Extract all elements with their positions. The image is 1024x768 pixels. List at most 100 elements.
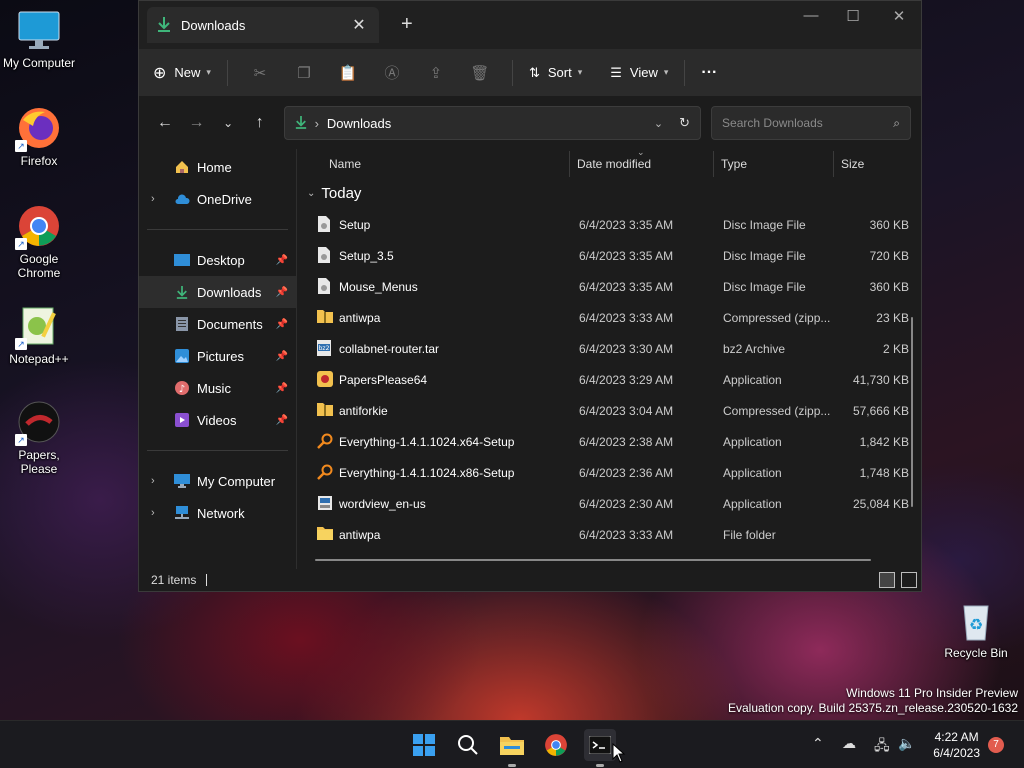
- table-row[interactable]: Setup_3.5 6/4/2023 3:35 AM Disc Image File…: [299, 240, 911, 271]
- expand-chevron-icon[interactable]: ›: [151, 507, 171, 519]
- refresh-icon[interactable]: ↻: [679, 115, 690, 131]
- table-row[interactable]: Mouse_Menus 6/4/2023 3:35 AM Disc Image Fi…: [299, 271, 911, 302]
- table-row[interactable]: Setup 6/4/2023 3:35 AM Disc Image File 360 …: [299, 209, 911, 240]
- view-button[interactable]: ☰ View ▾: [610, 65, 668, 81]
- cut-icon[interactable]: ✂: [238, 64, 282, 82]
- desktop-icon-chrome[interactable]: ↗ Google Chrome: [1, 204, 77, 280]
- file-date: 6/4/2023 3:35 AM: [579, 218, 674, 232]
- share-icon[interactable]: ⇪: [414, 64, 458, 82]
- nav-item-desktop[interactable]: Desktop 📌: [139, 244, 296, 276]
- table-row[interactable]: antiforkie 6/4/2023 3:04 AM Compressed (zi…: [299, 395, 911, 426]
- table-row[interactable]: antiwpa 6/4/2023 3:33 AM Compressed (zipp.…: [299, 302, 911, 333]
- search-input[interactable]: [722, 116, 894, 130]
- nav-divider: [147, 229, 288, 230]
- volume-icon[interactable]: 🔈: [898, 735, 915, 752]
- pin-icon: 📌: [275, 350, 288, 362]
- horizontal-scrollbar[interactable]: [315, 559, 871, 561]
- file-date: 6/4/2023 2:38 AM: [579, 435, 674, 449]
- nav-item-onedrive[interactable]: › OneDrive: [139, 183, 296, 215]
- search-box[interactable]: ⌕: [711, 106, 912, 140]
- table-row[interactable]: Everything-1.4.1.1024.x86-Setup 6/4/2023 …: [299, 457, 911, 488]
- paste-icon[interactable]: 📋: [326, 64, 370, 82]
- table-row[interactable]: wordview_en-us 6/4/2023 2:30 AM Applicatio…: [299, 488, 911, 519]
- new-button[interactable]: ⊕ New ▾: [153, 63, 211, 83]
- nav-label: Network: [197, 505, 245, 521]
- rename-icon[interactable]: Ⓐ: [370, 62, 414, 83]
- address-bar[interactable]: › Downloads ⌄ ↻: [283, 106, 702, 140]
- close-window-button[interactable]: ✕: [879, 7, 919, 25]
- file-date: 6/4/2023 3:35 AM: [579, 280, 674, 294]
- breadcrumb-downloads[interactable]: Downloads: [327, 116, 654, 131]
- clock-time: 4:22 AM: [934, 730, 979, 744]
- column-divider[interactable]: [569, 151, 570, 177]
- collapse-chevron-icon[interactable]: ⌄: [307, 188, 315, 199]
- back-button[interactable]: ←: [149, 114, 181, 132]
- table-row[interactable]: antiwpa 6/4/2023 3:33 AM File folder: [299, 519, 911, 550]
- file-size: 41,730 KB: [852, 373, 909, 387]
- desktop-icon-firefox[interactable]: ↗ Firefox: [1, 106, 77, 168]
- delete-icon[interactable]: 🗑: [458, 64, 502, 82]
- system-clock[interactable]: 4:22 AM 6/4/2023: [933, 729, 980, 761]
- nav-item-documents[interactable]: Documents 📌: [139, 308, 296, 340]
- download-arrow-icon: [171, 284, 193, 300]
- desktop-icon-recycle-bin[interactable]: ♻ Recycle Bin: [938, 598, 1014, 660]
- recent-locations-button[interactable]: ⌄: [212, 116, 244, 130]
- tiles-view-button[interactable]: [901, 572, 917, 588]
- file-name: wordview_en-us: [339, 497, 426, 511]
- file-name: Setup: [339, 218, 371, 232]
- file-type: bz2 Archive: [723, 342, 786, 356]
- file-type: Application: [723, 435, 782, 449]
- taskbar-file-explorer[interactable]: [496, 729, 528, 767]
- file-name: PapersPlease64: [339, 373, 428, 387]
- nav-item-home[interactable]: Home: [139, 151, 296, 183]
- desktop-icon-papers-please[interactable]: ↗ Papers, Please: [1, 400, 77, 476]
- maximize-button[interactable]: ☐: [833, 7, 873, 25]
- notification-badge[interactable]: 7: [988, 737, 1004, 753]
- network-icon[interactable]: 🖧: [874, 735, 890, 759]
- table-row[interactable]: PapersPlease64 6/4/2023 3:29 AM Applicatio…: [299, 364, 911, 395]
- file-date: 6/4/2023 3:04 AM: [579, 404, 674, 418]
- column-header-name[interactable]: Name: [329, 157, 361, 171]
- sort-label: Sort: [547, 65, 572, 80]
- taskbar-search-button[interactable]: [452, 729, 484, 761]
- column-header-type[interactable]: Type: [721, 157, 747, 171]
- forward-button[interactable]: →: [181, 114, 213, 132]
- desktop-icon-my-computer[interactable]: My Computer: [1, 8, 77, 70]
- nav-item-network[interactable]: › Network: [139, 497, 296, 529]
- nav-item-videos[interactable]: Videos 📌: [139, 404, 296, 436]
- column-divider[interactable]: [833, 151, 834, 177]
- show-hidden-icons-button[interactable]: ⌃: [812, 735, 824, 752]
- new-tab-button[interactable]: +: [401, 13, 413, 36]
- nav-item-my-computer[interactable]: › My Computer: [139, 465, 296, 497]
- start-button[interactable]: [408, 729, 440, 761]
- column-header-date[interactable]: Date modified: [577, 157, 651, 171]
- copy-icon[interactable]: ❐: [282, 64, 326, 82]
- status-divider: [206, 574, 208, 586]
- nav-item-downloads[interactable]: Downloads 📌: [139, 276, 296, 308]
- chevron-down-icon[interactable]: ⌄: [654, 117, 663, 130]
- vertical-scrollbar[interactable]: [911, 317, 913, 507]
- taskbar-chrome[interactable]: [540, 729, 572, 761]
- details-view-button[interactable]: [879, 572, 895, 588]
- up-button[interactable]: ↑: [244, 114, 276, 132]
- onedrive-offline-icon[interactable]: ☁: [842, 735, 856, 752]
- close-tab-icon[interactable]: ✕: [349, 15, 369, 35]
- expand-chevron-icon[interactable]: ›: [151, 475, 171, 487]
- table-row[interactable]: bz2 collabnet-router.tar 6/4/2023 3:30 AM b…: [299, 333, 911, 364]
- file-type: Disc Image File: [723, 218, 806, 232]
- expand-chevron-icon[interactable]: ›: [151, 193, 171, 205]
- table-row[interactable]: Everything-1.4.1.1024.x64-Setup 6/4/2023 …: [299, 426, 911, 457]
- more-options-button[interactable]: ···: [701, 64, 717, 82]
- tab-downloads[interactable]: Downloads ✕: [147, 7, 379, 43]
- minimize-button[interactable]: —: [791, 7, 831, 24]
- column-header-size[interactable]: Size: [841, 157, 864, 171]
- group-header-today[interactable]: ⌄ Today: [307, 185, 361, 202]
- sort-button[interactable]: ⇅ Sort ▾: [529, 65, 582, 81]
- more-icon: ···: [701, 63, 718, 81]
- nav-item-music[interactable]: ♪ Music 📌: [139, 372, 296, 404]
- column-divider[interactable]: [713, 151, 714, 177]
- nav-item-pictures[interactable]: Pictures 📌: [139, 340, 296, 372]
- desktop-icon-notepadpp[interactable]: ↗ Notepad++: [1, 304, 77, 366]
- download-arrow-icon: [295, 115, 307, 132]
- running-indicator: [596, 764, 604, 767]
